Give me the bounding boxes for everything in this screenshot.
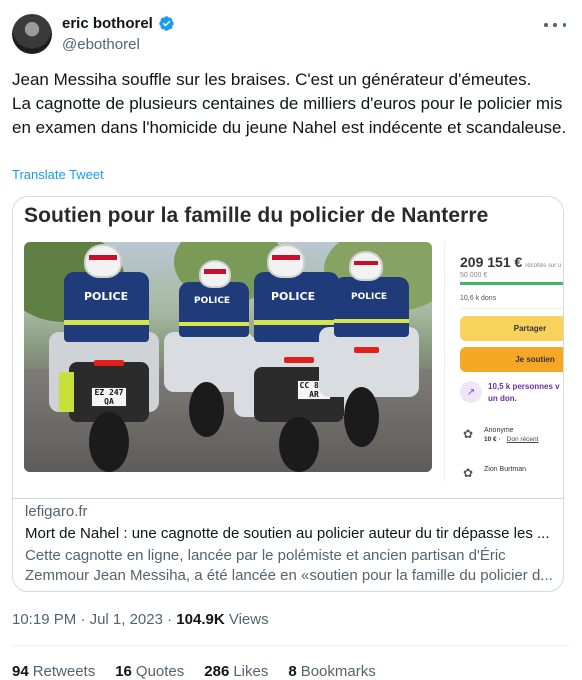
donation-separator: ·: [498, 436, 501, 443]
tweet-text-line: Jean Messiha souffle sur les braises. C'…: [12, 70, 532, 89]
likes-stat[interactable]: 286 Likes: [204, 663, 268, 680]
fundraiser-progress-bar: [460, 282, 563, 285]
trend-icon: ↗: [460, 381, 482, 403]
donor-name: Anonyme: [484, 427, 514, 434]
amount-suffix: récoltés sur u: [525, 263, 562, 269]
more-options-icon[interactable]: [544, 16, 566, 34]
author-handle[interactable]: @ebothorel: [62, 36, 140, 53]
fundraiser-panel: 209 151 € récoltés sur u 50 000 € 10,6 k …: [444, 242, 563, 482]
bookmarks-stat[interactable]: 8 Bookmarks: [288, 663, 375, 680]
police-motorcycles-photo: EZ 247 QA POLICE POLICE CC 809 AR POLICE…: [24, 242, 432, 472]
quotes-stat[interactable]: 16 Quotes: [115, 663, 184, 680]
tweet-text-line: La cagnotte de plusieurs centaines de mi…: [12, 94, 567, 137]
card-title[interactable]: Mort de Nahel : une cagnotte de soutien …: [25, 525, 555, 542]
support-button: Je soutien: [460, 347, 563, 372]
tweet-header: eric bothorel @ebothorel: [12, 12, 570, 58]
media-title: Soutien pour la famille du policier de N…: [24, 204, 489, 227]
donation-item: ✿ Anonyme 10 € · Don récent: [460, 426, 538, 443]
card-domain: lefigaro.fr: [25, 503, 88, 520]
engagement-stats: 94 Retweets 16 Quotes 286 Likes 8 Bookmarks: [12, 663, 376, 680]
police-label: POLICE: [351, 292, 388, 302]
retweets-stat[interactable]: 94 Retweets: [12, 663, 95, 680]
card-description-line: Cette cagnotte en ligne, lancée par le p…: [25, 547, 506, 564]
fundraiser-goal: 50 000 €: [460, 272, 488, 279]
license-plate: EZ 247 QA: [91, 387, 127, 407]
donor-icon: ✿: [462, 466, 474, 480]
card-media[interactable]: Soutien pour la famille du policier de N…: [13, 197, 563, 499]
views-count: 104.9K: [176, 611, 225, 628]
link-card[interactable]: Soutien pour la famille du policier de N…: [12, 196, 564, 592]
amount-value: 209 151 €: [460, 254, 523, 270]
card-description: Cette cagnotte en ligne, lancée par le p…: [25, 546, 555, 586]
donor-icon: ✿: [462, 427, 474, 441]
donors-summary: ↗ 10,5 k personnes v un don.: [460, 381, 563, 405]
police-label: POLICE: [84, 290, 129, 303]
avatar[interactable]: [12, 14, 52, 54]
views-label: Views: [228, 611, 269, 628]
meta-separator: ·: [167, 611, 173, 628]
donors-highlight: 10,5 k personnes v un don.: [488, 382, 560, 403]
tweet-time[interactable]: 10:19 PM: [12, 611, 76, 628]
donation-item: ✿ Zion Burtman: [460, 465, 526, 481]
donation-amount: 10 €: [484, 436, 497, 443]
police-label: POLICE: [194, 296, 231, 306]
author-name[interactable]: eric bothorel: [62, 15, 153, 32]
donor-name: Zion Burtman: [484, 466, 527, 473]
donation-count: 10,6 k dons: [460, 295, 497, 302]
tweet-meta: 10:19 PM · Jul 1, 2023 · 104.9K Views: [12, 611, 269, 628]
amount-raised: 209 151 € récoltés sur u: [460, 254, 561, 270]
recent-donation-link: Don récent: [506, 436, 539, 443]
share-button: Partager: [460, 316, 563, 341]
translate-tweet-link[interactable]: Translate Tweet: [12, 167, 104, 182]
verified-badge-icon: [159, 16, 174, 31]
tweet-date[interactable]: Jul 1, 2023: [90, 611, 163, 628]
meta-separator: ·: [80, 611, 86, 628]
tweet-text: Jean Messiha souffle sur les braises. C'…: [12, 68, 572, 140]
author-name-row: eric bothorel: [62, 15, 175, 32]
card-description-line: Zemmour Jean Messiha, a été lancée en «s…: [25, 567, 553, 584]
